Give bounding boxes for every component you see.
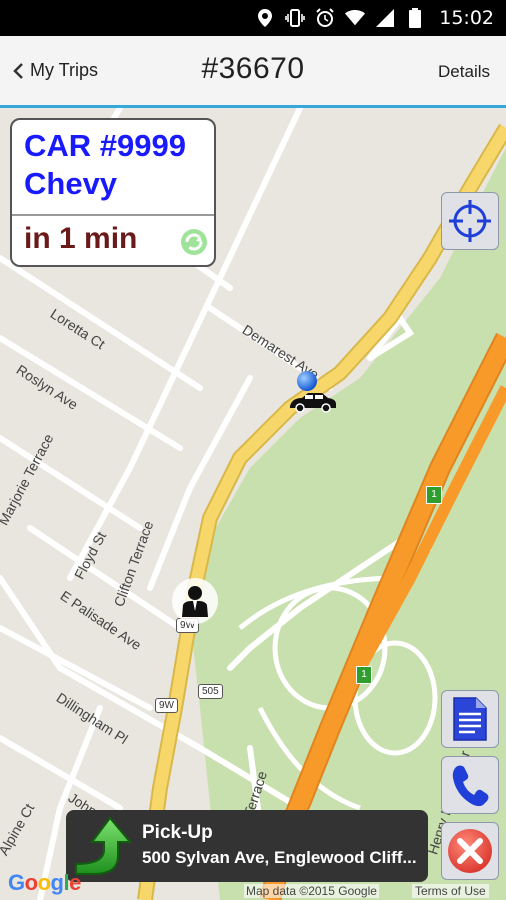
phone-icon: [452, 765, 489, 807]
my-location-button[interactable]: [441, 192, 499, 250]
cancel-trip-button[interactable]: [441, 822, 499, 880]
map-credit: Map data ©2015 Google: [244, 884, 379, 898]
route-shield: 505: [198, 684, 223, 699]
google-logo: Google: [8, 870, 81, 895]
car-location-marker[interactable]: [288, 366, 340, 416]
card-divider: [12, 214, 214, 216]
details-button[interactable]: Details: [438, 62, 490, 82]
turn-arrow-icon: [75, 816, 132, 875]
highway-badge: 1: [426, 486, 442, 504]
vibrate-icon: [285, 8, 306, 28]
app-header: My Trips #36670 Details: [0, 36, 506, 108]
crosshair-icon: [449, 200, 491, 242]
signal-icon: [375, 8, 395, 28]
status-bar: 15:02: [0, 0, 506, 36]
wifi-icon: [345, 8, 366, 28]
passenger-marker[interactable]: [172, 578, 218, 624]
document-button[interactable]: [441, 690, 499, 748]
call-button[interactable]: [441, 756, 499, 814]
document-icon: [453, 697, 487, 741]
location-icon: [255, 8, 275, 28]
pickup-info-bar[interactable]: Pick-Up 500 Sylvan Ave, Englewood Cliff.…: [66, 810, 428, 882]
car-info-card: CAR #9999 Chevy in 1 min: [10, 118, 216, 267]
highway-badge: 1: [356, 666, 372, 684]
alarm-icon: [315, 8, 335, 28]
refresh-icon[interactable]: [180, 228, 208, 256]
close-icon: [448, 829, 492, 873]
car-icon: [290, 371, 336, 413]
map-view[interactable]: Loretta Ct Roslyn Ave Marjorie Terrace D…: [0, 108, 506, 900]
pickup-address: 500 Sylvan Ave, Englewood Cliff...: [142, 848, 417, 867]
person-icon: [182, 586, 208, 617]
eta-text: in 1 min: [24, 222, 138, 255]
route-shield: 9W: [155, 698, 178, 713]
car-model: Chevy: [24, 166, 118, 201]
car-number: CAR #9999: [24, 128, 186, 163]
status-time: 15:02: [439, 7, 494, 29]
battery-icon: [405, 8, 425, 28]
terms-link[interactable]: Terms of Use: [412, 884, 489, 898]
page-title: #36670: [201, 52, 305, 85]
pickup-title: Pick-Up: [142, 822, 213, 843]
